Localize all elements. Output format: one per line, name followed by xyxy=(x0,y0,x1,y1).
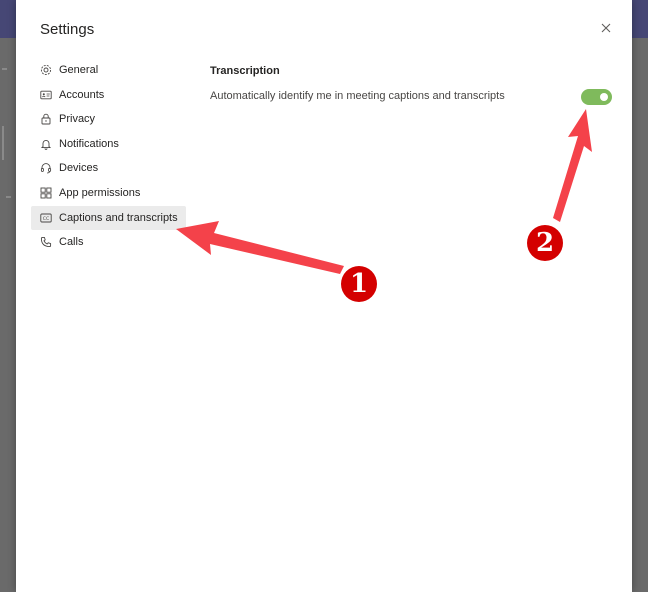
settings-dialog: Settings General Accounts Privacy Notifi… xyxy=(16,0,632,592)
gear-icon xyxy=(40,64,52,76)
nav-item-label: Accounts xyxy=(59,88,105,101)
svg-text:CC: CC xyxy=(43,215,49,221)
headset-icon xyxy=(40,162,52,174)
lock-icon xyxy=(40,113,52,125)
nav-item-privacy[interactable]: Privacy xyxy=(31,107,186,131)
dialog-title: Settings xyxy=(40,21,95,38)
phone-icon xyxy=(40,236,52,248)
nav-item-label: Calls xyxy=(59,236,84,249)
annotation-badge-1: 1 xyxy=(341,266,377,302)
nav-item-label: Privacy xyxy=(59,113,96,126)
setting-label: Automatically identify me in meeting cap… xyxy=(210,90,505,102)
nav-item-label: Devices xyxy=(59,162,99,175)
bell-icon xyxy=(40,138,52,150)
nav-item-calls[interactable]: Calls xyxy=(31,230,186,254)
badge-number: 2 xyxy=(535,228,555,258)
nav-item-accounts[interactable]: Accounts xyxy=(31,83,186,107)
nav-item-label: General xyxy=(59,64,99,76)
nav-item-label: Captions and transcripts xyxy=(59,211,178,224)
toggle-knob xyxy=(600,93,608,101)
id-card-icon xyxy=(40,89,52,101)
close-icon[interactable] xyxy=(598,20,614,36)
annotation-badge-2: 2 xyxy=(527,225,563,261)
section-title: Transcription xyxy=(210,65,280,77)
grid-icon xyxy=(40,187,52,199)
nav-item-devices[interactable]: Devices xyxy=(31,156,186,180)
badge-number: 1 xyxy=(349,269,369,299)
cc-icon: CC xyxy=(40,212,52,224)
nav-item-label: Notifications xyxy=(59,137,119,150)
background-app-left xyxy=(0,38,16,592)
nav-item-label: App permissions xyxy=(59,186,141,199)
nav-item-general[interactable]: General xyxy=(31,58,186,82)
settings-nav: General Accounts Privacy Notifications D… xyxy=(31,58,186,255)
nav-item-captions-and-transcripts[interactable]: CC Captions and transcripts xyxy=(31,205,186,230)
nav-item-notifications[interactable]: Notifications xyxy=(31,132,186,156)
nav-item-app-permissions[interactable]: App permissions xyxy=(31,181,186,205)
transcription-toggle[interactable] xyxy=(581,89,612,105)
background-app-right xyxy=(632,38,648,592)
